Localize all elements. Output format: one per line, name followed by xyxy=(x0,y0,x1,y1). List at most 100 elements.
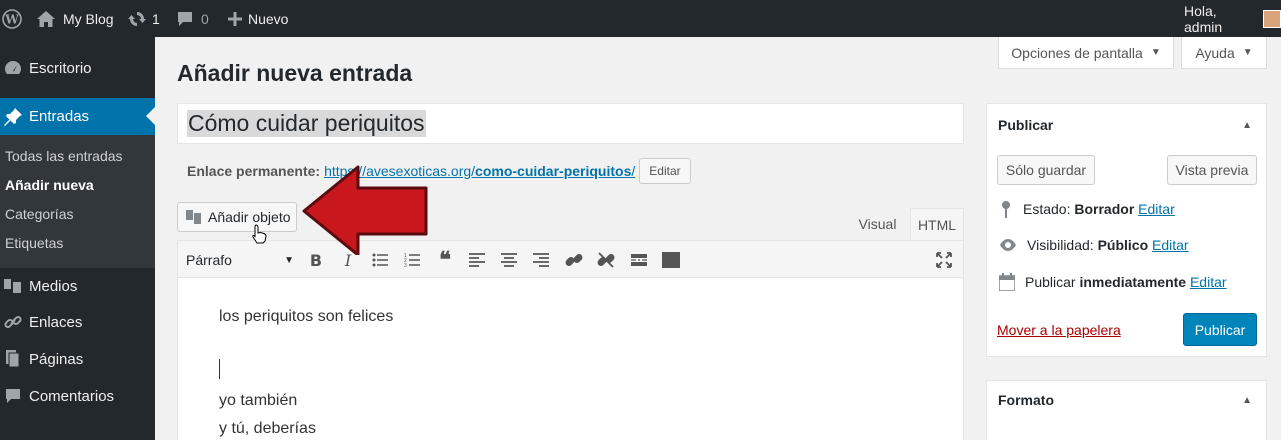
posts-submenu: Todas las entradas Añadir nueva Categorí… xyxy=(0,135,155,268)
sidebar-item-posts[interactable]: Entradas xyxy=(0,98,155,135)
help-label: Ayuda xyxy=(1195,44,1235,61)
visibility-label: Visibilidad: xyxy=(1027,237,1094,253)
edit-status-link[interactable]: Editar xyxy=(1138,201,1175,217)
content-line: yo también xyxy=(219,392,298,409)
tab-visual[interactable]: Visual xyxy=(851,208,904,240)
collapse-arrow-icon[interactable]: ▲ xyxy=(1242,120,1252,131)
sidebar-item-media[interactable]: Medios xyxy=(0,268,155,304)
red-arrow-annotation xyxy=(302,165,428,255)
text-caret xyxy=(219,359,220,379)
pin-icon xyxy=(1002,201,1010,218)
current-indicator xyxy=(146,107,155,125)
comments-icon xyxy=(3,386,23,406)
permalink-trailing: / xyxy=(631,163,636,179)
publish-box: Publicar ▲ Sólo guardar Vista previa Est… xyxy=(986,103,1267,357)
my-account-link[interactable]: Hola, admin xyxy=(1184,0,1281,37)
updates-count: 1 xyxy=(152,10,160,27)
unlink-icon[interactable] xyxy=(595,249,617,271)
permalink-row: Enlace permanente: https://avesexoticas.… xyxy=(187,158,691,184)
eye-icon xyxy=(1000,239,1016,251)
editor-toolbar: Párrafo ▼ B I 123 ❝ xyxy=(178,241,963,278)
new-content-link[interactable]: Nuevo xyxy=(228,0,288,37)
avatar xyxy=(1263,9,1281,28)
pages-icon xyxy=(3,349,23,369)
blockquote-icon[interactable]: ❝ xyxy=(434,247,456,272)
help-button[interactable]: Ayuda ▼ xyxy=(1181,37,1267,69)
visibility-row: Visibilidad: Público Editar xyxy=(999,237,1189,253)
sidebar-item-dashboard[interactable]: Escritorio xyxy=(0,50,155,86)
status-label: Estado: xyxy=(1023,201,1071,217)
sidebar-item-label: Páginas xyxy=(29,350,84,368)
post-editor: Párrafo ▼ B I 123 ❝ los periquitos son f… xyxy=(177,240,964,440)
publish-box-title: Publicar xyxy=(998,117,1054,133)
svg-text:3: 3 xyxy=(404,263,407,267)
toolbar-toggle-icon[interactable] xyxy=(660,249,682,271)
sidebar-item-label: Enlaces xyxy=(29,313,83,331)
dropdown-caret-icon: ▼ xyxy=(284,254,294,266)
insert-link-icon[interactable] xyxy=(563,249,585,271)
site-name: My Blog xyxy=(63,10,114,27)
plus-icon xyxy=(228,11,242,26)
format-select-value: Párrafo xyxy=(186,252,232,268)
align-right-icon[interactable] xyxy=(530,249,552,271)
align-center-icon[interactable] xyxy=(498,249,520,271)
updates-icon xyxy=(128,11,146,26)
status-row: Estado: Borrador Editar xyxy=(999,200,1175,218)
edit-permalink-button[interactable]: Editar xyxy=(639,158,691,184)
edit-schedule-link[interactable]: Editar xyxy=(1190,274,1227,290)
link-icon xyxy=(3,312,23,332)
editor-content[interactable]: los periquitos son felices yo también y … xyxy=(219,303,393,440)
content-line xyxy=(219,331,393,359)
calendar-icon xyxy=(999,273,1015,291)
post-title-text: Cómo cuidar periquitos xyxy=(187,110,426,137)
comments-link[interactable]: 0 xyxy=(177,0,209,37)
fullscreen-icon[interactable] xyxy=(933,249,955,271)
sidebar-item-label: Medios xyxy=(29,277,78,295)
format-box: Formato ▲ xyxy=(986,380,1267,440)
sidebar-item-pages[interactable]: Páginas xyxy=(0,341,155,377)
site-name-link[interactable]: My Blog xyxy=(37,0,114,37)
content-line xyxy=(219,359,393,387)
hand-cursor-icon xyxy=(252,224,267,244)
move-to-trash-link[interactable]: Mover a la papelera xyxy=(997,322,1121,338)
submenu-all-posts[interactable]: Todas las entradas xyxy=(5,148,123,164)
greeting: Hola, admin xyxy=(1184,2,1223,35)
screen-options-button[interactable]: Opciones de pantalla ▼ xyxy=(998,37,1174,69)
collapse-arrow-icon[interactable]: ▲ xyxy=(1242,395,1252,406)
permalink-slug: como-cuidar-periquitos xyxy=(475,163,632,179)
dropdown-caret-icon: ▼ xyxy=(1242,47,1253,58)
save-draft-button[interactable]: Sólo guardar xyxy=(997,155,1095,185)
read-more-icon[interactable] xyxy=(628,249,650,271)
sidebar-item-links[interactable]: Enlaces xyxy=(0,304,155,340)
admin-bar: W My Blog 1 0 Nuevo Hola, admin xyxy=(0,0,1281,37)
comments-count: 0 xyxy=(201,10,209,27)
sidebar-item-label: Comentarios xyxy=(29,387,115,405)
tab-html[interactable]: HTML xyxy=(910,208,964,240)
post-title-input[interactable]: Cómo cuidar periquitos xyxy=(177,103,964,144)
media-icon xyxy=(186,210,201,224)
svg-text:W: W xyxy=(4,12,19,26)
submenu-add-new[interactable]: Añadir nueva xyxy=(5,177,94,193)
new-label: Nuevo xyxy=(248,10,289,27)
format-box-title: Formato xyxy=(998,392,1054,408)
add-media-button[interactable]: Añadir objeto xyxy=(177,202,297,232)
updates-link[interactable]: 1 xyxy=(128,0,160,37)
media-icon xyxy=(3,276,23,296)
screen-options-label: Opciones de pantalla xyxy=(1011,44,1143,61)
comment-bubble-icon xyxy=(178,11,192,26)
submenu-categories[interactable]: Categorías xyxy=(5,206,73,222)
sidebar-item-label: Entradas xyxy=(29,108,90,125)
page-title: Añadir nueva entrada xyxy=(177,60,413,86)
align-left-icon[interactable] xyxy=(466,249,488,271)
pin-icon xyxy=(3,107,23,127)
home-icon xyxy=(37,10,55,27)
dashboard-icon xyxy=(3,58,23,78)
preview-button[interactable]: Vista previa xyxy=(1167,155,1257,185)
sidebar-item-comments[interactable]: Comentarios xyxy=(0,378,155,414)
format-select[interactable]: Párrafo ▼ xyxy=(186,248,296,272)
wordpress-logo-icon[interactable]: W xyxy=(2,0,22,37)
publish-button[interactable]: Publicar xyxy=(1183,313,1257,346)
edit-visibility-link[interactable]: Editar xyxy=(1152,237,1189,253)
submenu-tags[interactable]: Etiquetas xyxy=(5,235,63,251)
status-value: Borrador xyxy=(1074,201,1135,217)
